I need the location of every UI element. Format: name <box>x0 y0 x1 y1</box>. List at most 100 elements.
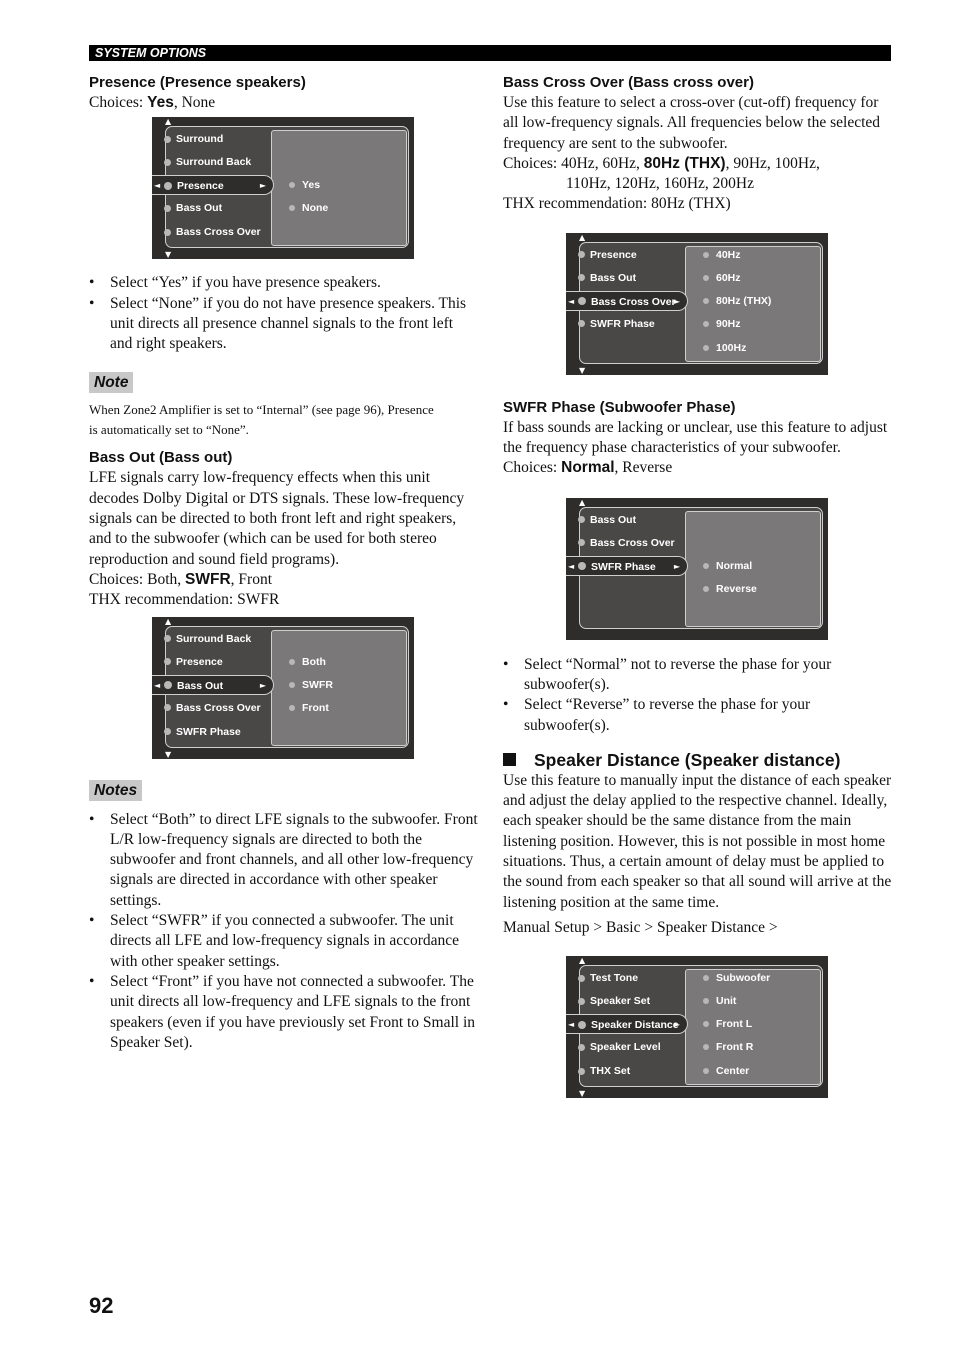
osd-menu-item: Test Tone <box>578 969 638 987</box>
speaker-distance-path: Manual Setup > Basic > Speaker Distance … <box>503 918 778 936</box>
arrow-left-icon: ◄ <box>568 561 575 571</box>
arrow-right-icon: ► <box>673 1020 680 1030</box>
list-item: Select “Both” to direct LFE signals to t… <box>89 810 479 911</box>
osd-selected-item: ◄ Bass Out ► <box>152 674 274 696</box>
bass-out-heading: Bass Out (Bass out) <box>89 449 233 467</box>
bullet-dot-icon <box>289 658 295 665</box>
osd-option: Front <box>289 699 329 717</box>
osd-option: 40Hz <box>703 246 741 264</box>
bullet-dot-icon <box>578 562 586 571</box>
bullet-dot-icon <box>703 274 709 281</box>
presence-note-text: When Zone2 Amplifier is set to “Internal… <box>89 402 434 438</box>
bullet-dot-icon <box>703 344 709 351</box>
osd-menu-item: Bass Cross Over <box>164 699 261 717</box>
osd-menu-item: Surround <box>164 130 223 148</box>
osd-option: 90Hz <box>703 315 741 333</box>
right-column: Bass Cross Over (Bass cross over) Use th… <box>503 73 893 1099</box>
arrow-right-icon: ► <box>673 561 680 571</box>
bullet-dot-icon <box>164 181 172 190</box>
swfr-phase-default-choice: Normal <box>561 459 615 477</box>
arrow-left-icon: ◄ <box>154 181 161 191</box>
osd-option: 80Hz (THX) <box>703 292 771 310</box>
bullet-dot-icon <box>578 251 585 259</box>
osd-menu-item: SWFR Phase <box>164 723 241 741</box>
bullet-dot-icon <box>703 1021 709 1028</box>
section-square-icon <box>503 752 516 766</box>
osd-menu-item: Bass Out <box>578 511 636 529</box>
osd-selected-label: SWFR Phase <box>578 557 656 577</box>
list-item: Select “SWFR” if you connected a subwoof… <box>89 911 479 972</box>
arrow-down-icon: ▼ <box>165 749 172 759</box>
presence-choices: Choices: Yes, None <box>89 94 216 111</box>
bullet-dot-icon <box>578 997 585 1005</box>
section-header-label: SYSTEM OPTIONS <box>95 46 207 60</box>
arrow-right-icon: ► <box>259 181 266 191</box>
osd-option: None <box>289 199 328 217</box>
swfr-phase-bullets: Select “Normal” not to reverse the phase… <box>503 655 893 736</box>
list-item: Select “Reverse” to reverse the phase fo… <box>503 695 893 736</box>
osd-screen-swfr-phase: ▲ Bass Out Bass Cross Over ◄ SWFR Phase ► Norm… <box>566 497 828 640</box>
bullet-dot-icon <box>578 974 585 982</box>
bullet-dot-icon <box>703 585 709 592</box>
presence-bullets: Select “Yes” if you have presence speake… <box>89 273 479 354</box>
osd-option: Center <box>703 1062 749 1080</box>
osd-menu-item: Bass Out <box>164 199 222 217</box>
bass-out-notes: Select “Both” to direct LFE signals to t… <box>89 810 479 1054</box>
bass-out-choices: Choices: Both, SWFR, Front <box>89 570 272 588</box>
swfr-phase-heading: SWFR Phase (Subwoofer Phase) <box>503 398 736 416</box>
left-column: Presence (Presence speakers) Choices: Ye… <box>89 73 479 1053</box>
bullet-dot-icon <box>578 1043 585 1051</box>
bullet-dot-icon <box>164 635 171 643</box>
osd-option: SWFR <box>289 676 333 694</box>
bullet-dot-icon <box>289 205 295 212</box>
bass-cross-over-default-choice: 80Hz (THX) <box>643 154 726 172</box>
bullet-dot-icon <box>289 182 295 189</box>
bullet-dot-icon <box>164 728 171 736</box>
arrow-up-icon: ▲ <box>165 616 172 626</box>
arrow-right-icon: ► <box>673 296 680 306</box>
bullet-dot-icon <box>578 1020 586 1029</box>
osd-selected-label: Bass Out <box>164 676 223 696</box>
osd-menu-item: Speaker Set <box>578 992 650 1010</box>
arrow-down-icon: ▼ <box>165 250 172 260</box>
bullet-dot-icon <box>703 1044 709 1051</box>
list-item: Select “Normal” not to reverse the phase… <box>503 655 893 696</box>
arrow-left-icon: ◄ <box>154 680 161 690</box>
bullet-dot-icon <box>703 975 709 982</box>
bullet-dot-icon <box>578 297 586 306</box>
bass-out-body: LFE signals carry low-frequency effects … <box>89 469 465 568</box>
bullet-dot-icon <box>289 681 295 688</box>
osd-option: 60Hz <box>703 269 741 287</box>
list-item: Select “Front” if you have not connected… <box>89 972 479 1053</box>
speaker-distance-body: Use this feature to manually input the d… <box>503 771 892 911</box>
osd-menu-item: Bass Out <box>578 269 636 287</box>
osd-screen-speaker-distance: ▲ ▼ Test Tone Speaker Set ◄ Speaker Distance ►… <box>566 956 828 1099</box>
arrow-down-icon: ▼ <box>579 365 586 375</box>
section-header-bar: SYSTEM OPTIONS <box>89 45 891 61</box>
presence-heading: Presence (Presence speakers) <box>89 74 306 91</box>
speaker-distance-heading: Speaker Distance (Speaker distance) <box>503 749 893 771</box>
bullet-dot-icon <box>164 158 171 166</box>
bullet-dot-icon <box>164 135 171 143</box>
osd-menu-item: Bass Cross Over <box>164 223 261 241</box>
osd-menu-item: Presence <box>164 653 223 671</box>
note-tag: Note <box>89 372 134 394</box>
osd-selected-label: Presence <box>164 176 224 196</box>
bullet-dot-icon <box>703 251 709 258</box>
bullet-dot-icon <box>703 998 709 1005</box>
bullet-dot-icon <box>164 228 171 236</box>
bass-cross-over-choices-line2: 110Hz, 120Hz, 160Hz, 200Hz <box>566 175 754 193</box>
arrow-up-icon: ▲ <box>165 117 172 127</box>
osd-option: Yes <box>289 176 320 194</box>
presence-default-choice: Yes <box>147 94 174 111</box>
notes-tag: Notes <box>89 779 143 801</box>
osd-menu-item: THX Set <box>578 1062 630 1080</box>
osd-screen-bass-out: ▲ ▼ Surround Back Presence ◄ Bass Out ► Bass Cr… <box>152 616 414 759</box>
bullet-dot-icon <box>289 704 295 711</box>
arrow-left-icon: ◄ <box>568 296 575 306</box>
bass-cross-over-body: Use this feature to select a cross-over … <box>503 94 881 152</box>
bass-out-default-choice: SWFR <box>185 570 231 588</box>
bullet-dot-icon <box>578 1067 585 1075</box>
osd-selected-label: Speaker Distance <box>578 1015 679 1035</box>
swfr-phase-choices: Choices: Normal, Reverse <box>503 459 673 477</box>
